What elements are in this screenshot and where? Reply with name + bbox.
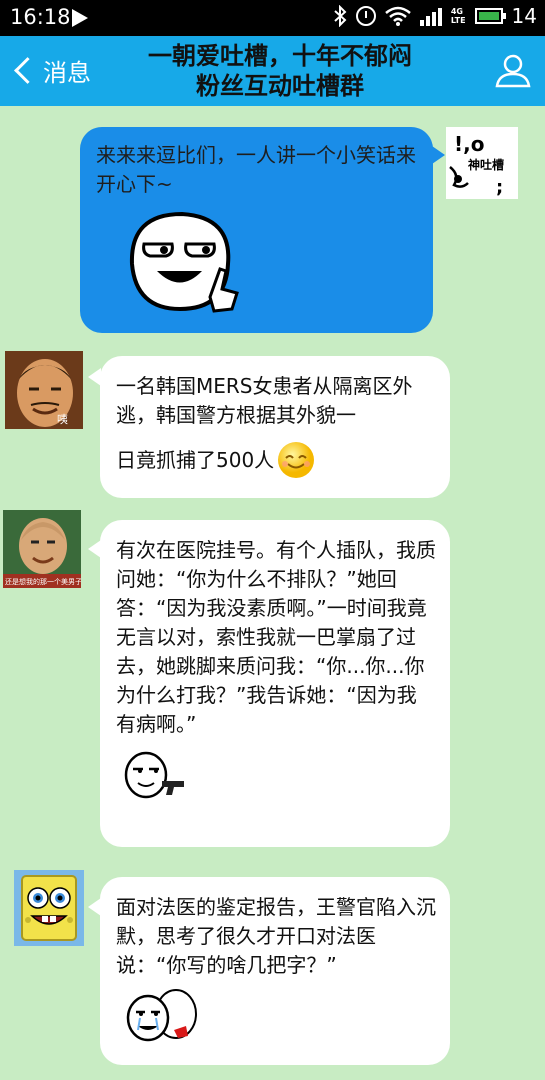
signal-icon xyxy=(419,6,442,26)
avatar-caption: 还是想我的那一个美男子 xyxy=(5,577,81,586)
wifi-icon xyxy=(385,6,411,26)
message-bubble[interactable]: 有次在医院挂号。有个人插队，我质问她：“你为什么不排队？”她回答：“因为我没素质… xyxy=(100,520,450,847)
chat-title-line1: 一朝爱吐槽，十年不郁闷 xyxy=(148,42,412,70)
message-text: 日竟抓捕了500人 xyxy=(116,447,275,472)
smile-emoji xyxy=(278,442,315,478)
play-icon xyxy=(72,9,88,27)
monk-avatar-image: 还是想我的那一个美男子 xyxy=(3,510,81,588)
message-text: 面对法医的鉴定报告，王警官陷入沉默，思考了很久才开口对法医说：“你写的啥几把字？… xyxy=(116,895,436,977)
battery-icon xyxy=(474,8,506,24)
bluetooth-icon xyxy=(334,5,347,27)
spongebob-avatar-image xyxy=(14,870,84,946)
network-type-label: 4G LTE xyxy=(450,7,466,25)
avatar[interactable]: 还是想我的那一个美男子 xyxy=(3,510,81,588)
message-bubble[interactable]: 面对法医的鉴定报告，王警官陷入沉默，思考了很久才开口对法医说：“你写的啥几把字？… xyxy=(100,877,450,1065)
message-text: 一名韩国MERS女患者从隔离区外逃，韩国警方根据其外貌一 xyxy=(116,374,413,427)
svg-text:神吐槽: 神吐槽 xyxy=(468,157,504,172)
alarm-icon xyxy=(355,6,376,26)
message-text: 来来来逗比们，一人讲一个小笑话来开心下~ xyxy=(96,143,416,196)
message-bubble[interactable]: 一名韩国MERS女患者从隔离区外逃，韩国警方根据其外貌一 日竟抓捕了500人 xyxy=(100,356,450,498)
svg-text:!,o: !,o xyxy=(454,132,484,156)
message-bubble[interactable]: 来来来逗比们，一人讲一个小笑话来开心下~ xyxy=(80,127,433,333)
battery-level: 14 xyxy=(511,4,537,28)
monk-avatar-image: 咦 xyxy=(5,351,83,429)
avatar-caption: 咦 xyxy=(57,412,68,426)
crying-duo-sticker xyxy=(126,989,197,1042)
chat-header: 消息 一朝爱吐槽，十年不郁闷 粉丝互动吐槽群 xyxy=(0,36,545,106)
status-time: 16:18 xyxy=(10,5,71,29)
tucao-logo-icon: !,o 神吐槽 ; xyxy=(449,132,504,198)
svg-text:;: ; xyxy=(496,177,503,198)
avatar[interactable]: 咦 xyxy=(5,351,83,429)
avatar[interactable]: !,o 神吐槽 ; xyxy=(446,127,518,199)
back-button[interactable]: 消息 xyxy=(12,50,91,90)
chat-title: 一朝爱吐槽，十年不郁闷 粉丝互动吐槽群 xyxy=(100,41,460,101)
profile-icon[interactable] xyxy=(493,50,533,90)
smirking-face-sticker xyxy=(129,211,239,313)
bubble-tail xyxy=(432,146,445,164)
chat-title-line2: 粉丝互动吐槽群 xyxy=(196,72,364,100)
message-text: 有次在医院挂号。有个人插队，我质问她：“你为什么不排队？”她回答：“因为我没素质… xyxy=(116,538,436,736)
gun-face-sticker xyxy=(124,751,184,799)
back-label: 消息 xyxy=(43,58,91,87)
avatar[interactable] xyxy=(14,870,84,946)
status-bar: 16:18 4G LTE 14 xyxy=(0,0,545,36)
chevron-left-icon xyxy=(14,56,41,84)
